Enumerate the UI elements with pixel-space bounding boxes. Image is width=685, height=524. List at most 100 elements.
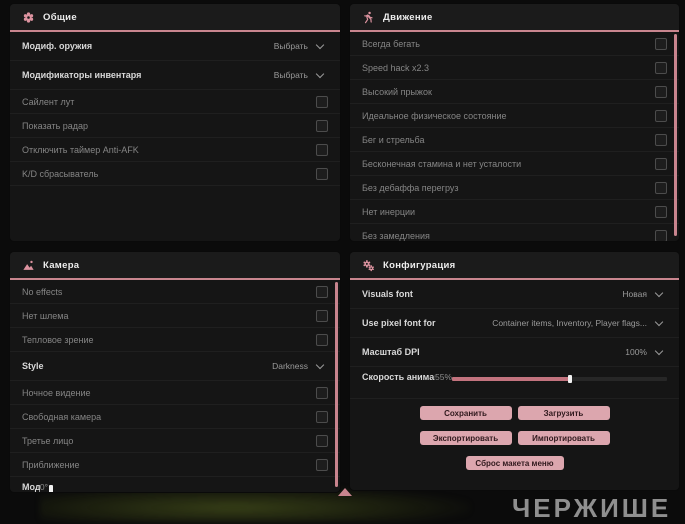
row-config-2[interactable]: Масштаб DPI 100%: [350, 338, 679, 367]
checkbox[interactable]: [655, 157, 667, 170]
row-general-5[interactable]: K/D сбрасыватель: [10, 162, 340, 186]
setting-label: Бег и стрельба: [362, 134, 425, 145]
panel-general-header[interactable]: Общие: [10, 4, 340, 32]
panel-movement-header[interactable]: Движение: [350, 4, 679, 32]
setting-label: Нет шлема: [22, 310, 69, 321]
reset-layout-button[interactable]: Сброс макета меню: [465, 456, 564, 470]
setting-label: Ночное видение: [22, 387, 91, 398]
dropdown-value: Выбрать: [273, 70, 308, 80]
row-movement-8[interactable]: Без замедления: [350, 224, 679, 241]
row-config-0[interactable]: Visuals font Новая: [350, 280, 679, 309]
slider-track[interactable]: [452, 375, 667, 383]
setting-label: Без дебаффа перегруз: [362, 182, 459, 193]
row-camera-3[interactable]: Style Darkness: [10, 352, 340, 381]
row-movement-6[interactable]: Без дебаффа перегруз: [350, 176, 679, 200]
dropdown-general-0[interactable]: Выбрать: [273, 40, 328, 51]
row-camera-6[interactable]: Третье лицо: [10, 429, 340, 453]
setting-label: Свободная камера: [22, 411, 102, 422]
import-button[interactable]: Импортировать: [517, 431, 610, 445]
camera-scrollbar[interactable]: [335, 282, 338, 487]
checkbox[interactable]: [655, 37, 667, 50]
slider-handle[interactable]: [568, 375, 573, 383]
row-camera-1[interactable]: Нет шлема: [10, 304, 340, 328]
checkbox[interactable]: [316, 410, 328, 423]
resize-grip-icon[interactable]: [338, 488, 352, 496]
setting-label: Высокий прыжок: [362, 86, 432, 97]
checkbox[interactable]: [316, 143, 328, 156]
row-movement-3[interactable]: Идеальное физическое состояние: [350, 104, 679, 128]
row-general-1[interactable]: Модификаторы инвентаря Выбрать: [10, 61, 340, 90]
checkbox[interactable]: [316, 95, 328, 108]
setting-label: Без замедления: [362, 230, 430, 241]
row-movement-0[interactable]: Всегда бегать: [350, 32, 679, 56]
row-camera-2[interactable]: Тепловое зрение: [10, 328, 340, 352]
row-general-0[interactable]: Модиф. оружия Выбрать: [10, 32, 340, 61]
load-button[interactable]: Загрузить: [517, 406, 610, 420]
chevron-down-icon: [315, 360, 325, 369]
checkbox[interactable]: [655, 61, 667, 74]
row-movement-4[interactable]: Бег и стрельба: [350, 128, 679, 152]
row-camera-5[interactable]: Свободная камера: [10, 405, 340, 429]
row-general-2[interactable]: Сайлент лут: [10, 90, 340, 114]
panel-config: Конфигурация Visuals font Новая Use pixel …: [350, 252, 679, 490]
dropdown-value: 100%: [625, 347, 647, 357]
dropdown-config-2[interactable]: 100%: [625, 346, 667, 357]
checkbox[interactable]: [655, 205, 667, 218]
slider-handle[interactable]: [49, 485, 53, 492]
checkbox[interactable]: [655, 181, 667, 194]
checkbox[interactable]: [316, 458, 328, 471]
chevron-down-icon: [654, 346, 664, 355]
checkbox[interactable]: [316, 386, 328, 399]
panel-movement: Движение Всегда бегать Speed hack x2.3 Выс…: [350, 4, 679, 241]
row-config-3[interactable]: Скорость анимации55%: [350, 367, 679, 399]
setting-label: Модификатор FOV: [22, 482, 40, 492]
setting-label: Показать радар: [22, 120, 89, 131]
setting-label: Приближение: [22, 459, 80, 470]
movement-scrollbar[interactable]: [674, 34, 677, 236]
background-text: ЧЕРЖИШЕ: [512, 493, 672, 523]
row-movement-1[interactable]: Speed hack x2.3: [350, 56, 679, 80]
checkbox[interactable]: [316, 333, 328, 346]
config-rows: Visuals font Новая Use pixel font for Conta…: [350, 280, 679, 490]
row-camera-7[interactable]: Приближение: [10, 453, 340, 477]
dropdown-config-0[interactable]: Новая: [622, 288, 667, 299]
runner-icon: [362, 11, 375, 24]
row-camera-0[interactable]: No effects: [10, 280, 340, 304]
panel-config-header[interactable]: Конфигурация: [350, 252, 679, 280]
checkbox[interactable]: [316, 167, 328, 180]
row-camera-8[interactable]: Модификатор FOV0°: [10, 477, 340, 492]
checkbox[interactable]: [655, 229, 667, 241]
dropdown-camera-3[interactable]: Darkness: [272, 360, 328, 371]
gears-icon: [362, 259, 375, 272]
row-config-1[interactable]: Use pixel font for Container items, Inven…: [350, 309, 679, 338]
checkbox[interactable]: [655, 109, 667, 122]
panel-camera-header[interactable]: Камера: [10, 252, 340, 280]
row-movement-5[interactable]: Бесконечная стамина и нет усталости: [350, 152, 679, 176]
row-camera-4[interactable]: Ночное видение: [10, 381, 340, 405]
dropdown-general-1[interactable]: Выбрать: [273, 69, 328, 80]
row-movement-2[interactable]: Высокий прыжок: [350, 80, 679, 104]
checkbox[interactable]: [316, 309, 328, 322]
export-button[interactable]: Экспортировать: [419, 431, 512, 445]
row-general-3[interactable]: Показать радар: [10, 114, 340, 138]
row-general-4[interactable]: Отключить таймер Anti-AFK: [10, 138, 340, 162]
slider-track[interactable]: [48, 485, 328, 492]
checkbox[interactable]: [316, 434, 328, 447]
dropdown-config-1[interactable]: Container items, Inventory, Player flags…: [492, 317, 667, 328]
setting-label: Visuals font: [362, 289, 413, 299]
setting-label: Скорость анимации: [362, 372, 435, 382]
checkbox[interactable]: [316, 119, 328, 132]
row-movement-7[interactable]: Нет инерции: [350, 200, 679, 224]
checkbox[interactable]: [316, 285, 328, 298]
setting-label: Use pixel font for: [362, 318, 436, 328]
setting-label: Масштаб DPI: [362, 347, 420, 357]
setting-label: Идеальное физическое состояние: [362, 110, 507, 121]
checkbox[interactable]: [655, 133, 667, 146]
save-button[interactable]: Сохранить: [419, 406, 512, 420]
dropdown-value: Выбрать: [273, 41, 308, 51]
setting-label: Сайлент лут: [22, 96, 75, 107]
setting-label: Отключить таймер Anti-AFK: [22, 144, 139, 155]
chevron-down-icon: [654, 288, 664, 297]
panel-general: Общие Модиф. оружия Выбрать Модификаторы и…: [10, 4, 340, 241]
checkbox[interactable]: [655, 85, 667, 98]
